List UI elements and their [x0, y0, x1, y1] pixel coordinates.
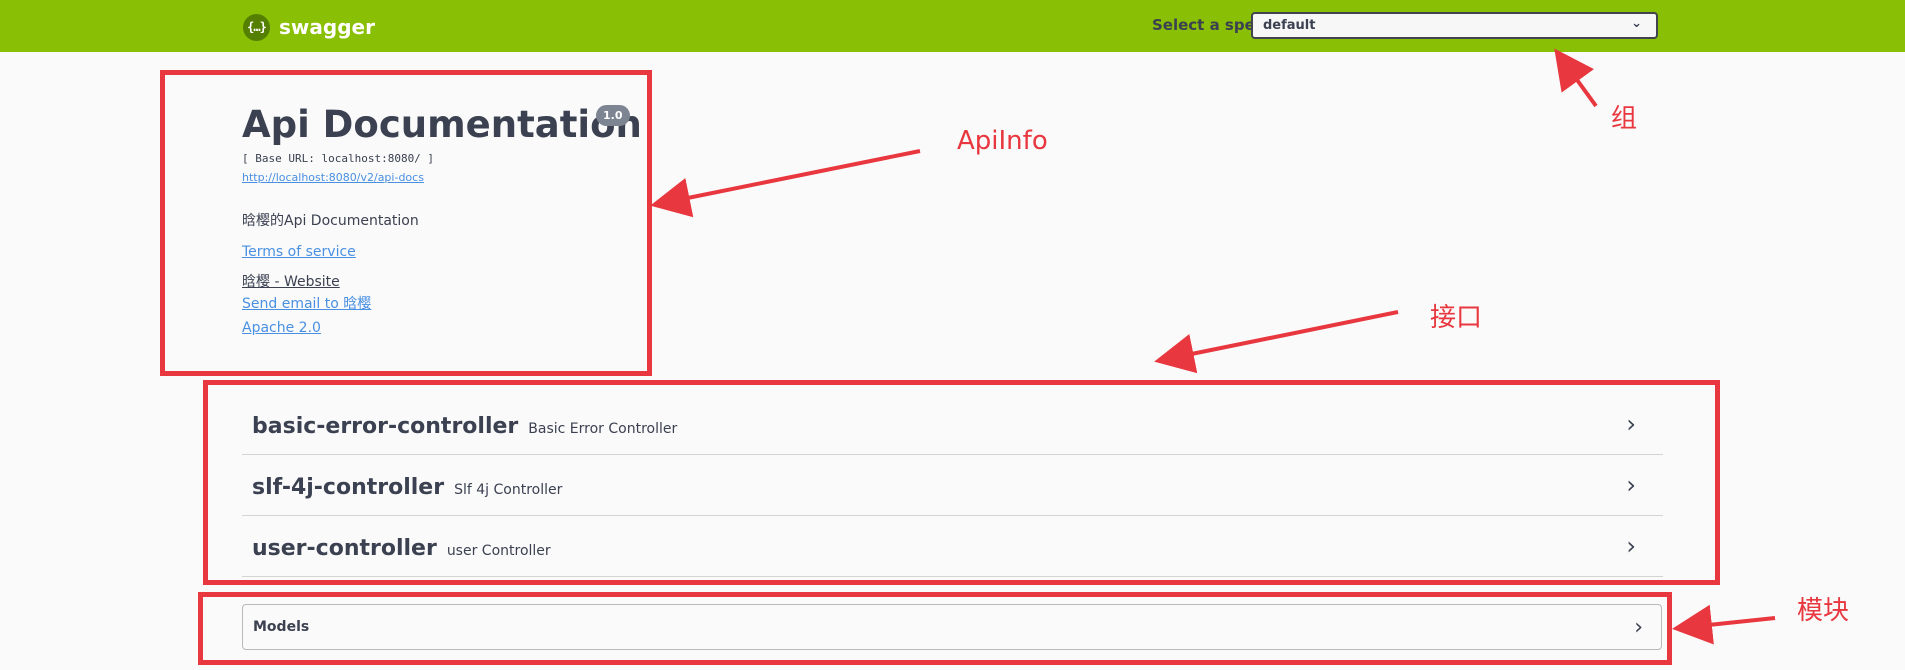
models-section[interactable]: Models › [242, 604, 1662, 650]
tag-description: user Controller [446, 543, 551, 559]
tag-list: basic-error-controller Basic Error Contro… [242, 394, 1663, 577]
tag-row[interactable]: basic-error-controller Basic Error Contro… [242, 394, 1663, 455]
arrow-apiinfo [650, 149, 921, 218]
base-url: [ Base URL: localhost:8080/ ] [242, 152, 435, 165]
spec-label: Select a spec [1152, 16, 1264, 34]
annotation-label-apiinfo: ApiInfo [957, 126, 1048, 156]
models-title: Models [253, 619, 310, 635]
annotation-label-interface: 接口 [1430, 303, 1483, 333]
tag-name-text: basic-error-controller [252, 414, 519, 439]
tag-name: basic-error-controller Basic Error Contro… [252, 414, 677, 439]
email-link[interactable]: Send email to 晗樱 [242, 293, 371, 313]
terms-link[interactable]: Terms of service [242, 244, 356, 260]
license-link[interactable]: Apache 2.0 [242, 320, 321, 336]
tag-row[interactable]: slf-4j-controller Slf 4j Controller › [242, 455, 1663, 516]
tag-description: Basic Error Controller [528, 421, 678, 437]
chevron-right-icon[interactable]: › [1634, 615, 1643, 640]
swagger-logo-icon: {…} [243, 13, 270, 41]
tag-name: user-controller user Controller [252, 536, 551, 561]
api-info: Api Documentation [242, 102, 642, 148]
tag-description: Slf 4j Controller [454, 482, 563, 498]
tag-name-text: slf-4j-controller [252, 475, 445, 500]
chevron-down-icon: ⌄ [1631, 16, 1642, 31]
tag-name-text: user-controller [252, 536, 437, 561]
arrow-group [1554, 48, 1598, 108]
chevron-right-icon[interactable]: › [1626, 471, 1636, 499]
logo-text: swagger [279, 15, 375, 39]
arrow-interface [1154, 310, 1399, 374]
tag-name: slf-4j-controller Slf 4j Controller [252, 475, 562, 500]
tag-row[interactable]: user-controller user Controller › [242, 516, 1663, 577]
annotation-label-group: 组 [1611, 104, 1638, 134]
swagger-logo[interactable]: {…} swagger [243, 13, 375, 41]
page-title: Api Documentation [242, 103, 642, 146]
chevron-right-icon[interactable]: › [1626, 410, 1636, 438]
website-link[interactable]: 晗樱 - Website [242, 271, 340, 291]
chevron-right-icon[interactable]: › [1626, 532, 1636, 560]
version-badge: 1.0 [596, 105, 630, 126]
spec-select-value: default [1263, 18, 1316, 33]
api-docs-link[interactable]: http://localhost:8080/v2/api-docs [242, 171, 424, 184]
spec-select[interactable]: default ⌄ [1251, 12, 1658, 39]
top-bar: {…} swagger Select a spec default ⌄ [0, 0, 1905, 52]
arrow-module [1672, 604, 1776, 645]
api-description: 晗樱的Api Documentation [242, 213, 419, 229]
annotation-label-module: 模块 [1797, 596, 1850, 626]
